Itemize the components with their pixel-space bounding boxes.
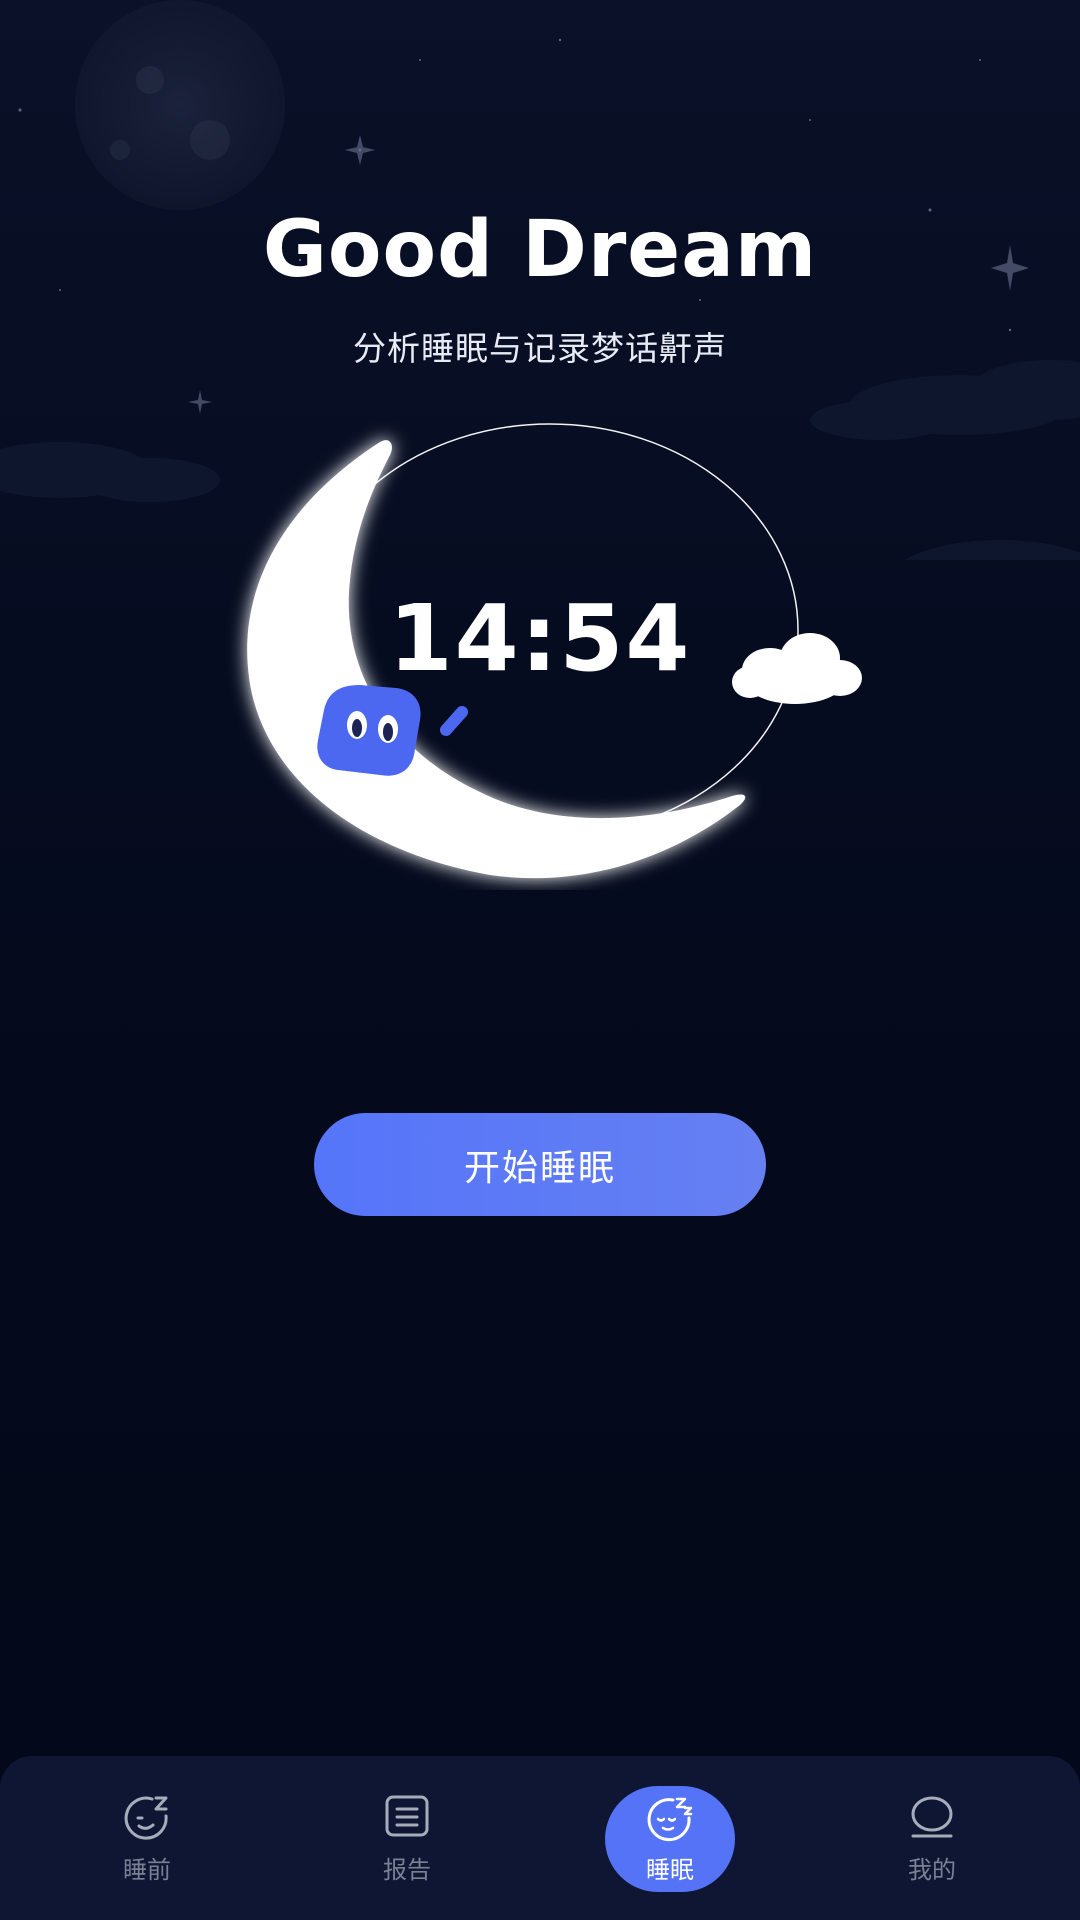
app-title: Good Dream xyxy=(262,205,818,295)
tab-label-before-sleep: 睡前 xyxy=(123,1856,171,1884)
report-doc-icon xyxy=(385,1795,429,1837)
tab-label-profile: 我的 xyxy=(908,1856,956,1884)
sleep-face-icon xyxy=(124,1796,168,1840)
tab-before-sleep[interactable]: 睡前 xyxy=(47,1756,247,1920)
mascot-icon xyxy=(317,685,468,776)
tab-sleep[interactable]: 睡眠 xyxy=(570,1756,770,1920)
current-time: 14:54 xyxy=(388,585,692,692)
tab-profile[interactable]: 我的 xyxy=(832,1756,1032,1920)
background-moon xyxy=(75,0,285,210)
profile-icon xyxy=(911,1796,953,1838)
app-subtitle: 分析睡眠与记录梦话鼾声 xyxy=(353,329,727,368)
tab-label-report: 报告 xyxy=(383,1856,431,1884)
sleep-screen: Good Dream 分析睡眠与记录梦话鼾声 14:54 开始睡眠 睡前 报告 … xyxy=(0,0,1080,1920)
tab-label-sleep: 睡眠 xyxy=(646,1856,694,1884)
sleep-moon-icon xyxy=(647,1797,693,1842)
bottom-tab-bar: 睡前 报告 睡眠 我的 xyxy=(0,1756,1080,1920)
start-sleep-button[interactable]: 开始睡眠 xyxy=(314,1113,766,1216)
tab-report[interactable]: 报告 xyxy=(307,1756,507,1920)
